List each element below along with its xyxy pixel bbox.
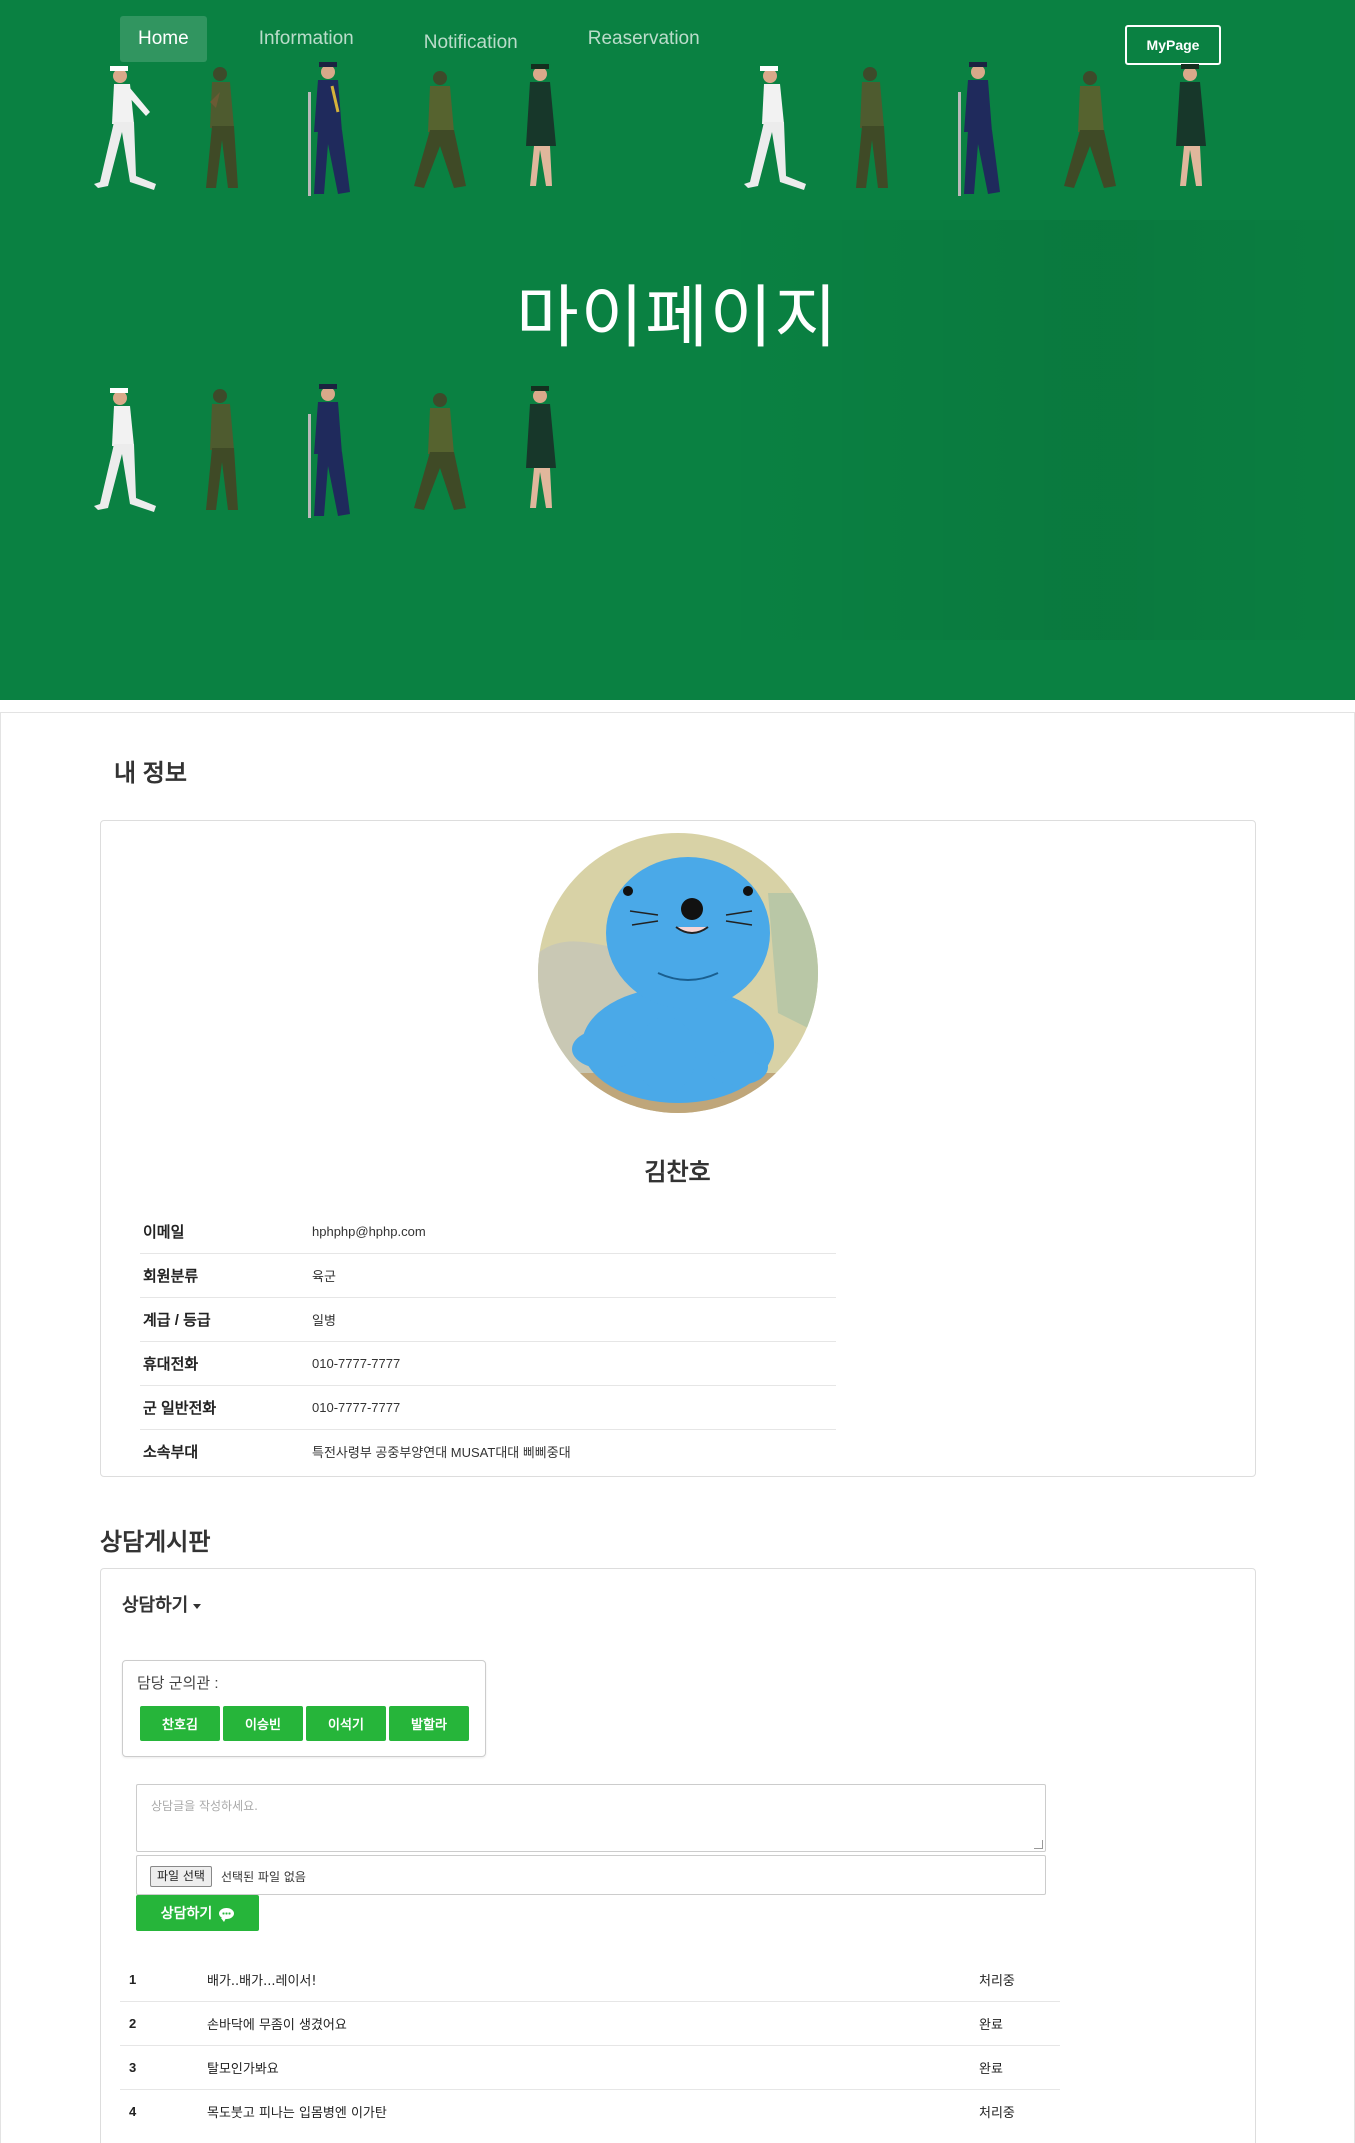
post-status: 완료 bbox=[978, 2045, 1060, 2090]
post-title[interactable]: 목도붓고 피나는 입몸병엔 이가탄 bbox=[206, 2090, 978, 2134]
info-value: 010-7777-7777 bbox=[311, 1341, 836, 1386]
post-status: 처리중 bbox=[979, 2106, 1015, 2121]
post-number: 3 bbox=[120, 2045, 206, 2090]
post-number: 1 bbox=[120, 1958, 206, 2002]
info-value: 010-7777-7777 bbox=[311, 1385, 836, 1430]
file-input: 파일 선택 선택된 파일 없음 bbox=[136, 1855, 1046, 1895]
nav-reservation[interactable]: Reaservation bbox=[570, 16, 718, 62]
navy-sailor-illustration bbox=[94, 66, 156, 190]
post-number: 4 bbox=[129, 2104, 137, 2119]
info-row-member-type: 회원분류 육군 bbox=[140, 1253, 836, 1298]
doctor-button[interactable]: 발할라 bbox=[389, 1706, 469, 1741]
nav-home[interactable]: Home bbox=[120, 16, 207, 62]
nav-notification[interactable]: Notification bbox=[406, 20, 536, 66]
info-label: 군 일반전화 bbox=[140, 1385, 311, 1430]
page-title: 마이페이지 bbox=[516, 279, 839, 358]
camo-soldier-illustration bbox=[206, 67, 238, 188]
doctor-button[interactable]: 찬호김 bbox=[140, 1706, 220, 1741]
camo-soldier-illustration-2 bbox=[414, 71, 466, 188]
file-select-button[interactable]: 파일 선택 bbox=[150, 1866, 212, 1887]
soldier-row-bottom-left bbox=[94, 384, 556, 518]
info-row-military-phone: 군 일반전화 010-7777-7777 bbox=[140, 1385, 836, 1430]
post-row[interactable]: 4 목도붓고 피나는 입몸병엔 이가탄 처리중 bbox=[120, 2090, 1060, 2134]
consult-post-list: 1 배가..배가...레이서! 처리중 2 손바닥에 무좀이 생겼어요 완료 3… bbox=[120, 1958, 1060, 2133]
post-status: 완료 bbox=[978, 2001, 1060, 2046]
info-label: 회원분류 bbox=[140, 1253, 311, 1298]
info-value: hphphp@hphp.com bbox=[311, 1210, 836, 1254]
info-label: 계급 / 등급 bbox=[140, 1297, 311, 1342]
doctor-button[interactable]: 이석기 bbox=[306, 1706, 386, 1741]
user-name: 김찬호 bbox=[644, 1159, 711, 1186]
board-heading: 상담게시판 bbox=[100, 1529, 211, 1556]
post-row[interactable]: 3 탈모인가봐요 완료 bbox=[120, 2045, 1060, 2090]
file-status: 선택된 파일 없음 bbox=[221, 1870, 306, 1884]
info-value: 육군 bbox=[311, 1253, 836, 1298]
caret-down-icon bbox=[193, 1603, 202, 1609]
resize-grip-icon[interactable] bbox=[1034, 1840, 1043, 1849]
post-status: 처리중 bbox=[978, 1958, 1060, 2002]
info-label: 휴대전화 bbox=[140, 1341, 311, 1386]
seal-character-avatar bbox=[538, 833, 818, 1113]
hero-banner: Home Information Notification Reaservati… bbox=[0, 0, 1355, 700]
post-title[interactable]: 배가..배가...레이서! bbox=[206, 1958, 978, 2002]
info-label: 소속부대 bbox=[143, 1444, 199, 1461]
post-row[interactable]: 2 손바닥에 무좀이 생겼어요 완료 bbox=[120, 2001, 1060, 2046]
post-title[interactable]: 탈모인가봐요 bbox=[206, 2045, 978, 2090]
info-row-unit: 소속부대 특전사령부 공중부양연대 MUSAT대대 삐삐중대 bbox=[140, 1430, 836, 1474]
consult-dropdown-toggle[interactable]: 상담하기 bbox=[122, 1591, 202, 1617]
info-value: 일병 bbox=[311, 1297, 836, 1342]
info-row-mobile: 휴대전화 010-7777-7777 bbox=[140, 1341, 836, 1386]
top-nav: Home Information Notification Reaservati… bbox=[120, 14, 752, 64]
chat-bubble-icon bbox=[219, 1907, 235, 1922]
female-officer-illustration bbox=[526, 64, 556, 186]
mypage-button[interactable]: MyPage bbox=[1125, 25, 1221, 65]
submit-label: 상담하기 bbox=[160, 1905, 213, 1921]
post-row[interactable]: 1 배가..배가...레이서! 처리중 bbox=[120, 1958, 1060, 2002]
soldier-row-top-right bbox=[744, 62, 1206, 196]
myinfo-heading: 내 정보 bbox=[114, 760, 187, 787]
info-value: 특전사령부 공중부양연대 MUSAT대대 삐삐중대 bbox=[312, 1445, 571, 1460]
avatar bbox=[538, 833, 818, 1113]
info-row-rank: 계급 / 등급 일병 bbox=[140, 1297, 836, 1342]
submit-consult-button[interactable]: 상담하기 bbox=[136, 1895, 259, 1931]
textarea-placeholder: 상담글을 작성하세요. bbox=[151, 1799, 258, 1813]
officer-illustration bbox=[308, 62, 350, 196]
post-number: 2 bbox=[120, 2001, 206, 2046]
doctor-label: 담당 군의관 : bbox=[137, 1675, 219, 1692]
info-label: 이메일 bbox=[140, 1210, 311, 1254]
soldier-row-top-left bbox=[94, 62, 556, 196]
info-row-email: 이메일 hphphp@hphp.com bbox=[140, 1210, 836, 1254]
consult-textarea[interactable]: 상담글을 작성하세요. bbox=[136, 1784, 1046, 1852]
nav-information[interactable]: Information bbox=[241, 16, 372, 62]
doctor-button[interactable]: 이승빈 bbox=[223, 1706, 303, 1741]
post-title[interactable]: 손바닥에 무좀이 생겼어요 bbox=[206, 2001, 978, 2046]
consult-toggle-label: 상담하기 bbox=[122, 1595, 189, 1615]
user-info-table: 이메일 hphphp@hphp.com 회원분류 육군 계급 / 등급 일병 휴… bbox=[140, 1210, 836, 1473]
doctor-button-group: 찬호김 이승빈 이석기 발할라 bbox=[140, 1706, 472, 1741]
